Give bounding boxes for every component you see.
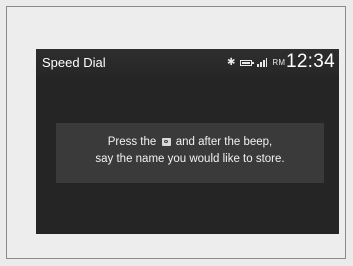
message-line1-before: Press the — [107, 136, 157, 148]
header-bar: Speed Dial ✱ RM 12:34 — [36, 49, 339, 78]
signal-icon — [257, 58, 268, 67]
message-text: Press the and after the beep, say the na… — [56, 134, 324, 168]
message-line2: say the name you would like to store. — [95, 153, 285, 165]
network-label: RM — [272, 58, 286, 67]
page-title: Speed Dial — [42, 55, 106, 70]
message-line1-after: and after the beep, — [175, 136, 273, 148]
figure-frame: Speed Dial ✱ RM 12:34 Press the and afte… — [6, 6, 346, 259]
status-bar: ✱ RM — [227, 57, 289, 68]
battery-icon — [240, 59, 255, 66]
clock: 12:34 — [285, 51, 335, 72]
speed-dial-screen: Speed Dial ✱ RM 12:34 Press the and afte… — [36, 49, 339, 234]
talk-icon — [161, 138, 171, 146]
bluetooth-icon: ✱ — [227, 56, 236, 68]
message-box: Press the and after the beep, say the na… — [56, 123, 324, 183]
